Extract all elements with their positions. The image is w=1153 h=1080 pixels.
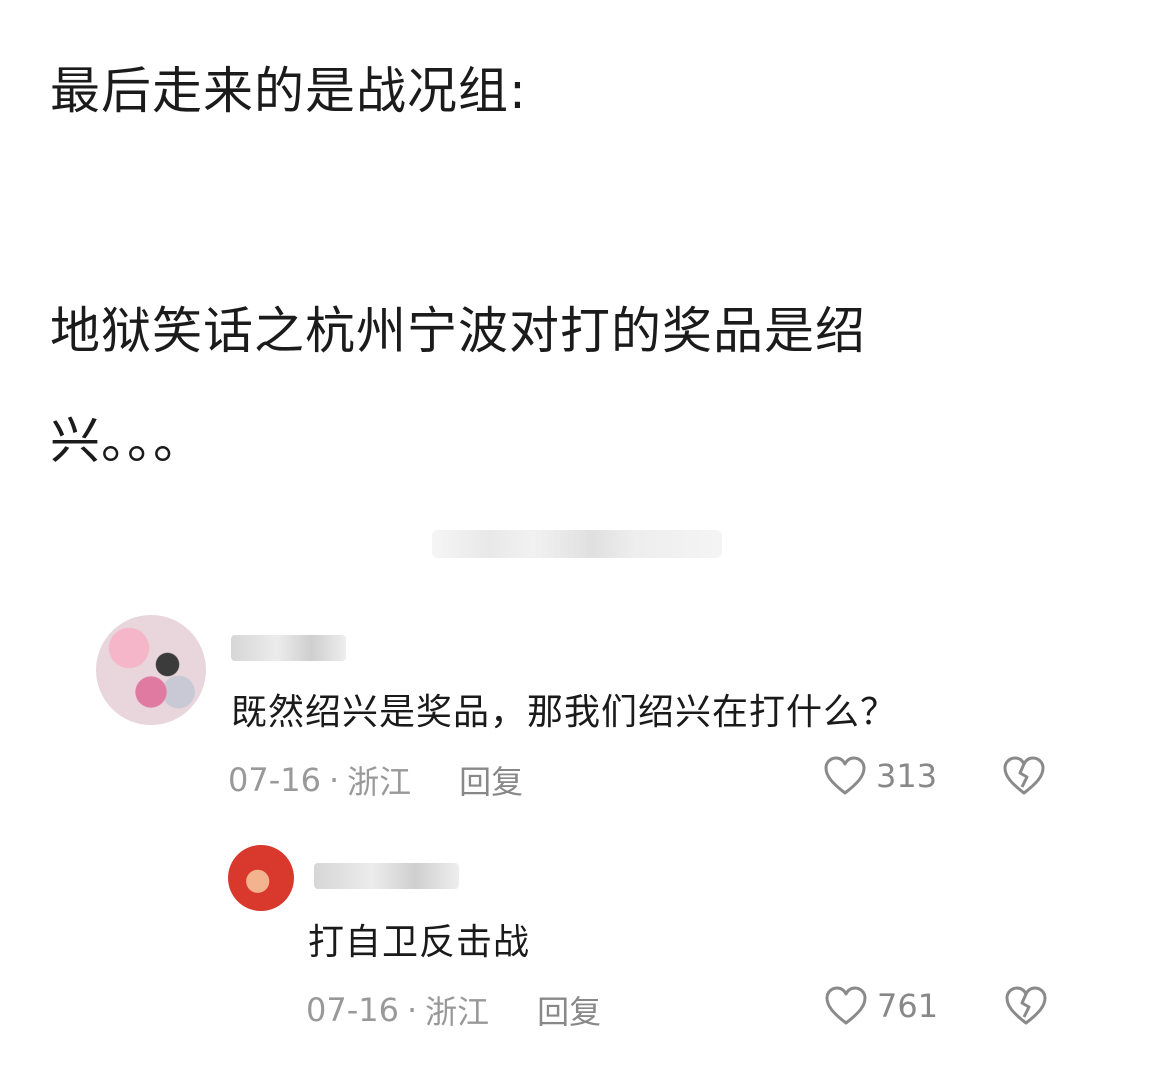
separator-dot: · [406,991,418,1029]
broken-heart-icon [1003,985,1049,1027]
comment-text: 打自卫反击战 [308,922,531,963]
comment-location: 浙江 [347,763,412,801]
reply-button[interactable]: 回复 [459,757,523,803]
comment-meta: 07-16 · 浙江 回复 [228,757,523,803]
separator-dot: · [328,761,340,799]
comment-date: 07-16 [228,761,321,799]
like-button[interactable]: 313 [822,755,937,797]
comment-meta: 07-16 · 浙江 回复 [306,987,601,1033]
comment-item: 既然绍兴是奖品，那我们绍兴在打什么？ 07-16 · 浙江 回复 313 [96,615,1056,815]
dislike-button[interactable] [1001,755,1047,797]
broken-heart-icon [1001,755,1047,797]
reply-item: 打自卫反击战 07-16 · 浙江 回复 761 [228,845,1058,1045]
avatar[interactable] [228,845,294,911]
comment-date: 07-16 [306,991,399,1029]
username-blurred[interactable] [314,863,459,889]
reply-button[interactable]: 回复 [537,987,601,1033]
blurred-watermark [432,530,722,558]
like-button[interactable]: 761 [823,985,938,1027]
post-text-line: 地狱笑话之杭州宁波对打的奖品是绍 [50,302,866,360]
avatar[interactable] [96,615,206,725]
like-count: 761 [877,987,939,1025]
post-body: 最后走来的是战况组: 地狱笑话之杭州宁波对打的奖品是绍 兴。。。 [50,60,1110,472]
post-text-line: 兴。。。 [50,412,204,470]
dislike-button[interactable] [1003,985,1049,1027]
comment-location: 浙江 [425,993,490,1031]
heart-outline-icon [822,755,868,797]
like-count: 313 [876,757,938,795]
post-text-line: 最后走来的是战况组: [50,62,527,120]
heart-outline-icon [823,985,869,1027]
comment-text: 既然绍兴是奖品，那我们绍兴在打什么？ [231,692,898,733]
username-blurred[interactable] [231,635,346,661]
